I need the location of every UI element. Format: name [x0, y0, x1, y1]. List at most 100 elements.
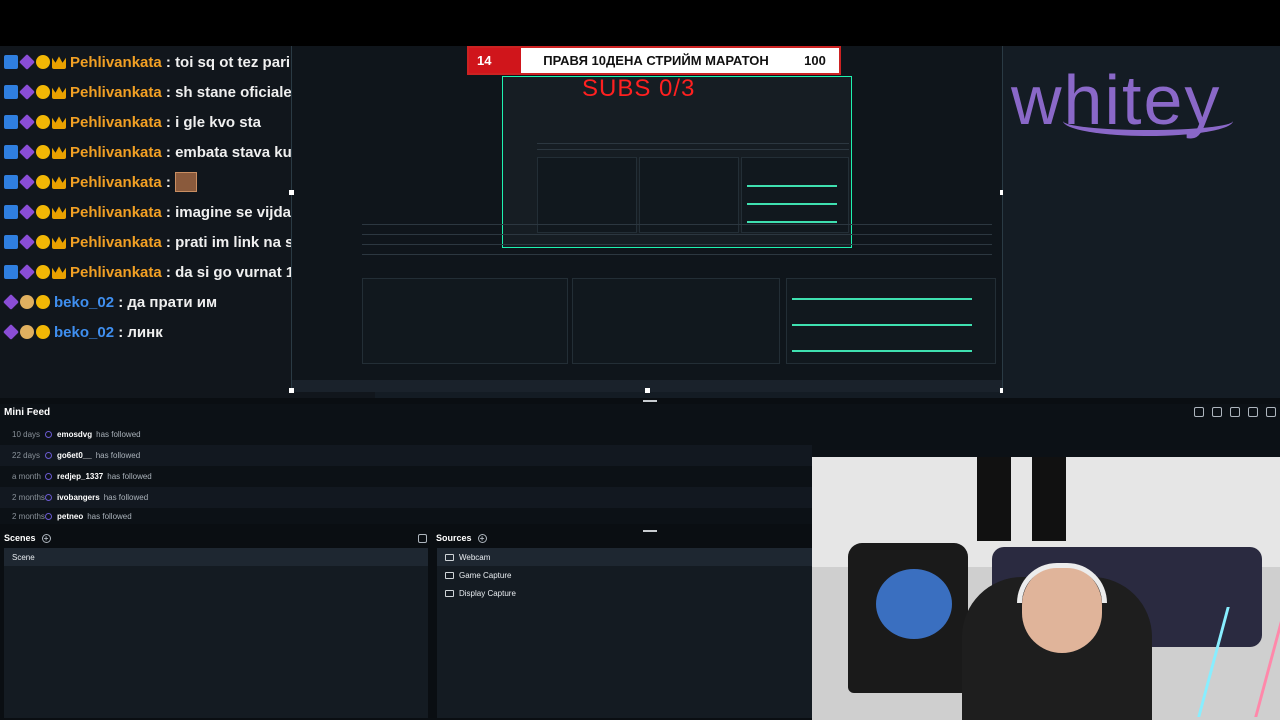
plush-toy — [876, 569, 952, 639]
scene-item[interactable]: Scene — [4, 548, 428, 566]
feed-row[interactable]: 22 days go6et0__ has followed — [0, 445, 812, 466]
feed-row[interactable]: 2 months ivobangers has followed — [0, 487, 812, 508]
source-item-webcam[interactable]: Webcam — [437, 548, 817, 566]
source-label: Display Capture — [459, 588, 516, 598]
marathon-current-value: 14 — [469, 48, 521, 73]
chat-badges — [4, 204, 66, 220]
sub-badge-icon — [36, 175, 50, 189]
webcam-feed — [812, 457, 1280, 720]
chat-username[interactable]: Pehlivankata — [70, 264, 162, 281]
prime-badge-icon — [4, 235, 18, 249]
chat-separator: : — [165, 233, 171, 251]
chat-badges — [4, 174, 66, 190]
bits-badge-icon — [19, 144, 35, 160]
crown-badge-icon — [52, 116, 66, 129]
chat-username[interactable]: Pehlivankata — [70, 144, 162, 161]
crown-badge-icon — [52, 86, 66, 99]
chat-separator: : — [165, 83, 171, 101]
bits-badge-icon — [19, 264, 35, 280]
feed-row[interactable]: 10 days emosdvg has followed — [0, 424, 812, 445]
nested-audio-slider — [747, 221, 837, 223]
bits-badge-icon — [19, 174, 35, 190]
feed-row[interactable]: a month redjep_1337 has followed — [0, 466, 812, 487]
capture-scenes-panel — [362, 278, 568, 364]
mic-aux-slider — [792, 350, 972, 352]
feed-user[interactable]: go6et0__ — [57, 451, 92, 460]
chat-username[interactable]: Pehlivankata — [70, 114, 162, 131]
prime-badge-icon — [4, 115, 18, 129]
chat-badges — [4, 54, 66, 70]
sub-badge-icon — [36, 85, 50, 99]
chat-username[interactable]: Pehlivankata — [70, 204, 162, 221]
sub-badge-icon — [36, 265, 50, 279]
chat-username[interactable]: Pehlivankata — [70, 174, 162, 191]
bits-badge-icon — [3, 324, 19, 340]
desktop-audio-slider — [792, 298, 972, 300]
bits-badge-icon — [19, 204, 35, 220]
sub-badge-icon — [36, 295, 50, 309]
chat-badges — [3, 294, 50, 310]
sources-title: Sources — [436, 533, 472, 543]
chat-username[interactable]: Pehlivankata — [70, 54, 162, 71]
feed-row — [362, 234, 992, 235]
acoustic-panel — [1032, 457, 1066, 541]
monitor-icon — [445, 589, 454, 597]
chat-text: да прати им — [127, 293, 218, 311]
resize-handle[interactable] — [289, 190, 294, 195]
divider-grabber[interactable] — [643, 400, 657, 402]
acoustic-panel — [977, 457, 1011, 541]
follow-icon — [45, 452, 52, 459]
feed-user[interactable]: redjep_1337 — [57, 472, 103, 481]
prime-badge-icon — [4, 145, 18, 159]
nested-feed-row — [537, 143, 849, 144]
feed-row[interactable]: 2 months petneo has followed — [0, 508, 812, 524]
source-label: Webcam — [459, 552, 491, 562]
nested-audio-slider — [747, 185, 837, 187]
chat-separator: : — [165, 53, 171, 71]
resize-handle[interactable] — [289, 388, 294, 393]
crown-badge-icon — [52, 266, 66, 279]
add-scene-icon[interactable]: + — [41, 533, 51, 543]
chat-badges — [4, 234, 66, 250]
face-badge-icon — [20, 295, 34, 309]
feed-action: has followed — [96, 430, 141, 439]
feed-user[interactable]: emosdvg — [57, 430, 92, 439]
chat-username[interactable]: beko_02 — [54, 294, 114, 311]
resize-handle[interactable] — [645, 388, 650, 393]
source-item-display-capture[interactable]: Display Capture — [437, 584, 817, 602]
feed-row — [362, 254, 992, 255]
chat-message: Pehlivankata : embata stava kumbata — [4, 140, 336, 164]
top-black-band — [0, 0, 1280, 46]
pause-icon[interactable] — [1230, 407, 1240, 417]
subs-counter: SUBS 0/3 — [582, 75, 696, 102]
shield-icon[interactable] — [1194, 407, 1204, 417]
bits-badge-icon — [19, 84, 35, 100]
feed-time: 22 days — [12, 451, 41, 460]
chat-separator: : — [165, 173, 171, 191]
skip-icon[interactable] — [1248, 407, 1258, 417]
nested-audio-slider — [747, 203, 837, 205]
chat-message: beko_02 : линк — [3, 320, 163, 344]
chat-separator: : — [118, 293, 124, 311]
scenes-header: Scenes + — [4, 528, 51, 548]
collapse-icon[interactable] — [418, 533, 427, 543]
camera-icon — [445, 553, 454, 561]
sub-badge-icon — [36, 55, 50, 69]
feed-user[interactable]: petneo — [57, 512, 83, 521]
settings-icon[interactable] — [1266, 407, 1276, 417]
feed-user[interactable]: ivobangers — [57, 493, 100, 502]
filter-icon[interactable] — [1212, 407, 1222, 417]
feed-time: a month — [12, 472, 41, 481]
chat-username[interactable]: Pehlivankata — [70, 84, 162, 101]
chat-username[interactable]: beko_02 — [54, 324, 114, 341]
chat-username[interactable]: Pehlivankata — [70, 234, 162, 251]
dock-grabber[interactable] — [643, 530, 657, 532]
feed-row — [362, 224, 992, 225]
prime-badge-icon — [4, 55, 18, 69]
prime-badge-icon — [4, 175, 18, 189]
chat-separator: : — [165, 263, 171, 281]
bits-badge-icon — [19, 54, 35, 70]
add-source-icon[interactable]: + — [477, 533, 487, 543]
sub-badge-icon — [36, 115, 50, 129]
source-item-game-capture[interactable]: Game Capture — [437, 566, 817, 584]
